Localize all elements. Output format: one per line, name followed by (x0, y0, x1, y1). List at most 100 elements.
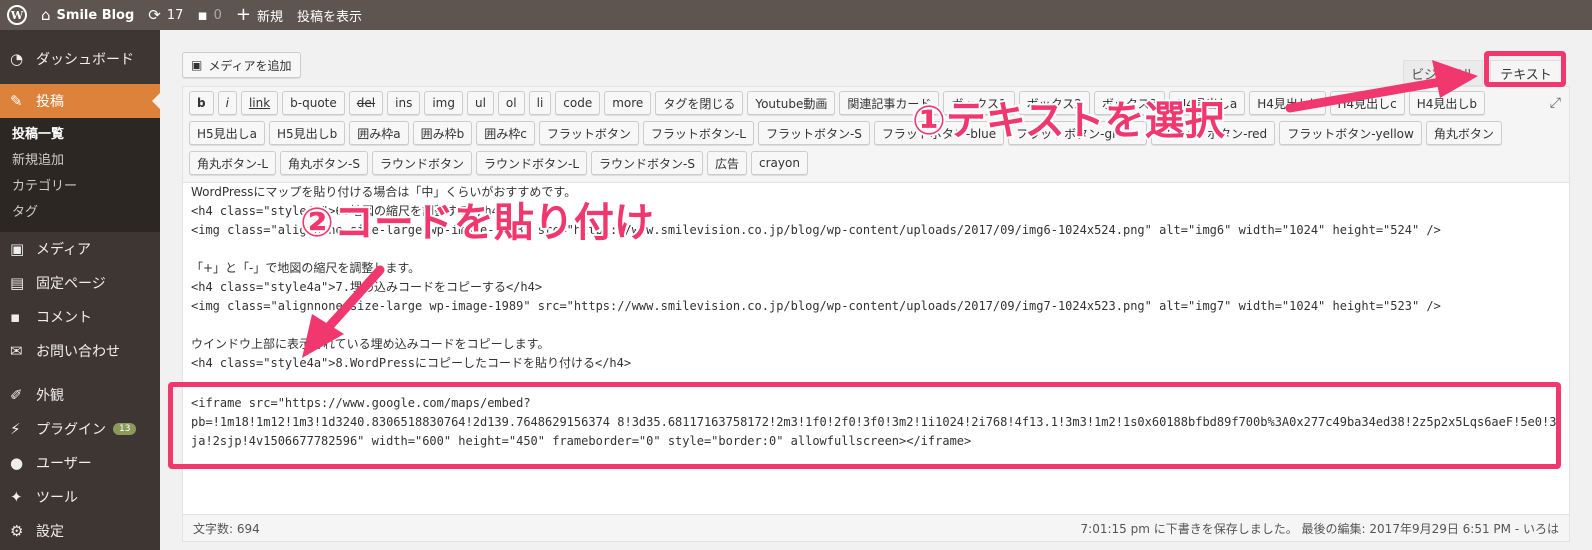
quicktag-button[interactable]: フラットボタン-L (642, 121, 754, 145)
quicktag-button[interactable]: ins (387, 91, 421, 115)
quicktag-button[interactable]: b-quote (282, 91, 345, 115)
pin-icon: ✎ (10, 92, 23, 110)
quicktag-button[interactable]: img (424, 91, 463, 115)
quicktag-button[interactable]: ラウンドボタン (371, 151, 472, 175)
refresh-icon: ⟳ (148, 5, 161, 24)
sidebar-item-label: 外観 (36, 388, 64, 404)
settings-icon: ⚙ (10, 522, 24, 540)
sidebar-item-label: ダッシュボード (36, 52, 134, 68)
plus-icon: + (235, 4, 251, 25)
iframe-code-line: ja!2sjp!4v1506677782596" width="600" hei… (191, 434, 972, 448)
quicktag-button[interactable]: 角丸ボタン (1425, 121, 1502, 145)
comments-count: 0 (213, 7, 222, 23)
view-post-link[interactable]: 投稿を表示 (290, 0, 369, 30)
code-line: <img class="alignnone size-large wp-imag… (191, 299, 1441, 313)
quicktag-button[interactable]: H4見出しb (1249, 91, 1326, 115)
plugin-icon: ⚡ (10, 420, 21, 438)
iframe-code-line: pb=!1m18!1m12!1m3!1d3240.8306518830764!2… (191, 415, 1561, 429)
save-status: 7:01:15 pm に下書きを保存しました。 最後の編集: 2017年9月29… (1080, 521, 1559, 536)
quicktag-button[interactable]: ラウンドボタン-S (591, 151, 703, 175)
quicktag-button[interactable]: H4見出しb (1408, 91, 1486, 115)
page-icon: ▤ (10, 274, 25, 292)
site-name-link[interactable]: ⌂ Smile Blog (34, 0, 141, 30)
brush-icon: ✐ (10, 386, 23, 404)
sidebar-item-label: プラグイン (36, 422, 106, 438)
editor-status-bar: 文字数: 694 7:01:15 pm に下書きを保存しました。 最後の編集: … (182, 514, 1570, 542)
toolbar-row: H5見出しa H5見出しb 囲み枠a 囲み枠b 囲み枠c フラットボタン フラットボタン-L… (189, 121, 1502, 145)
word-count: 文字数: 694 (193, 521, 260, 536)
site-name: Smile Blog (56, 7, 135, 23)
toolbar-row: b i link b-quote del ins img ul ol li code more タグを閉… (189, 91, 1486, 115)
code-line: ウインドウ上部に表示されている埋め込みコードをコピーします。 (191, 337, 550, 351)
wordpress-logo-icon: W (7, 5, 27, 25)
quicktag-button[interactable]: 広告 (706, 151, 747, 175)
sidebar-item-comments[interactable]: ▪ コメント (0, 300, 160, 334)
quicktag-button[interactable]: i (217, 91, 237, 115)
tab-text[interactable]: テキスト (1490, 60, 1562, 86)
submenu-categories[interactable]: カテゴリー (0, 174, 160, 200)
quicktag-button[interactable]: more (604, 91, 652, 115)
quicktag-button[interactable]: H5見出しb (269, 121, 346, 145)
quicktag-button[interactable]: ul (466, 91, 494, 115)
quicktag-button[interactable]: フラットボタン-S (757, 121, 870, 145)
add-media-label: メディアを追加 (208, 58, 292, 73)
sidebar-item-appearance[interactable]: ✐ 外観 (0, 378, 160, 412)
sidebar-item-users[interactable]: ● ユーザー (0, 446, 160, 480)
comment-icon: ▪ (197, 5, 208, 24)
sidebar-item-label: 固定ページ (36, 276, 106, 292)
sidebar-item-label: メディア (36, 242, 92, 258)
add-media-button[interactable]: ▣ メディアを追加 (182, 52, 301, 78)
sidebar-item-pages[interactable]: ▤ 固定ページ (0, 266, 160, 300)
quicktag-button[interactable]: 角丸ボタン-L (189, 151, 277, 175)
sidebar-item-media[interactable]: ▣ メディア (0, 232, 160, 266)
sidebar-item-contact[interactable]: ✉ お問い合わせ (0, 334, 160, 368)
quicktag-button[interactable]: li (528, 91, 552, 115)
quicktag-button[interactable]: ol (497, 91, 525, 115)
toolbar-row: 角丸ボタン-L 角丸ボタン-S ラウンドボタン ラウンドボタン-L ラウンドボタン-S 広… (189, 151, 808, 175)
wordpress-logo-menu[interactable]: W (0, 0, 34, 30)
quicktag-button[interactable]: ラウンドボタン-L (476, 151, 588, 175)
quicktag-button[interactable]: crayon (751, 151, 808, 175)
code-line: <h4 class="style4a">7.埋め込みコードをコピーする</h4> (191, 280, 543, 294)
admin-bar: W ⌂ Smile Blog ⟳ 17 ▪ 0 + 新規 投稿を表示 (0, 0, 1592, 30)
quicktag-button[interactable]: フラットボタン (538, 121, 639, 145)
quicktag-button[interactable]: H5見出しa (189, 121, 266, 145)
quicktag-button[interactable]: 囲み枠a (349, 121, 409, 145)
comments-link[interactable]: ▪ 0 (190, 0, 228, 30)
sidebar-item-posts[interactable]: ✎ 投稿 (0, 84, 160, 118)
quicktag-button[interactable]: link (240, 91, 279, 115)
fullscreen-expand-icon[interactable]: ⤢ (1550, 95, 1561, 111)
sidebar-item-label: ユーザー (36, 456, 92, 472)
submenu-tags[interactable]: タグ (0, 200, 160, 226)
quicktag-button[interactable]: del (348, 91, 384, 115)
quicktag-button[interactable]: b (189, 91, 214, 115)
quicktag-button[interactable]: フラットボタン-yellow (1279, 121, 1422, 145)
updates-count: 17 (166, 7, 184, 23)
quicktag-button[interactable]: H4見出しc (1329, 91, 1405, 115)
sidebar-item-label: ツール (36, 490, 78, 506)
sidebar-item-dashboard[interactable]: ◔ ダッシュボード (0, 42, 160, 76)
updates-link[interactable]: ⟳ 17 (141, 0, 190, 30)
quicktag-button[interactable]: 角丸ボタン-S (280, 151, 368, 175)
quicktag-button[interactable]: タグを閉じる (655, 91, 744, 115)
quicktag-button[interactable]: 囲み枠b (412, 121, 473, 145)
sidebar-item-plugins[interactable]: ⚡ プラグイン 13 (0, 412, 160, 446)
quicktag-button[interactable]: Youtube動画 (747, 91, 836, 115)
iframe-code-block: <iframe src="https://www.google.com/maps… (191, 394, 1561, 451)
quicktag-button[interactable]: code (555, 91, 601, 115)
tab-visual[interactable]: ビジュアル (1403, 60, 1483, 86)
wrench-icon: ✦ (10, 488, 23, 506)
sidebar-item-tools[interactable]: ✦ ツール (0, 480, 160, 514)
sidebar-item-settings[interactable]: ⚙ 設定 (0, 514, 160, 548)
media-icon: ▣ (191, 58, 203, 72)
main-content: ▣ メディアを追加 ビジュアル テキスト b i link b-quote del ins i… (160, 30, 1592, 550)
sidebar-item-label: 投稿 (36, 94, 64, 110)
submenu-all-posts[interactable]: 投稿一覧 (0, 122, 160, 148)
submenu-add-new[interactable]: 新規追加 (0, 148, 160, 174)
quicktag-button[interactable]: 囲み枠c (476, 121, 535, 145)
home-icon: ⌂ (41, 5, 51, 24)
new-content-link[interactable]: + 新規 (229, 0, 290, 30)
posts-submenu: 投稿一覧 新規追加 カテゴリー タグ (0, 118, 160, 232)
media-icon: ▣ (10, 240, 25, 258)
